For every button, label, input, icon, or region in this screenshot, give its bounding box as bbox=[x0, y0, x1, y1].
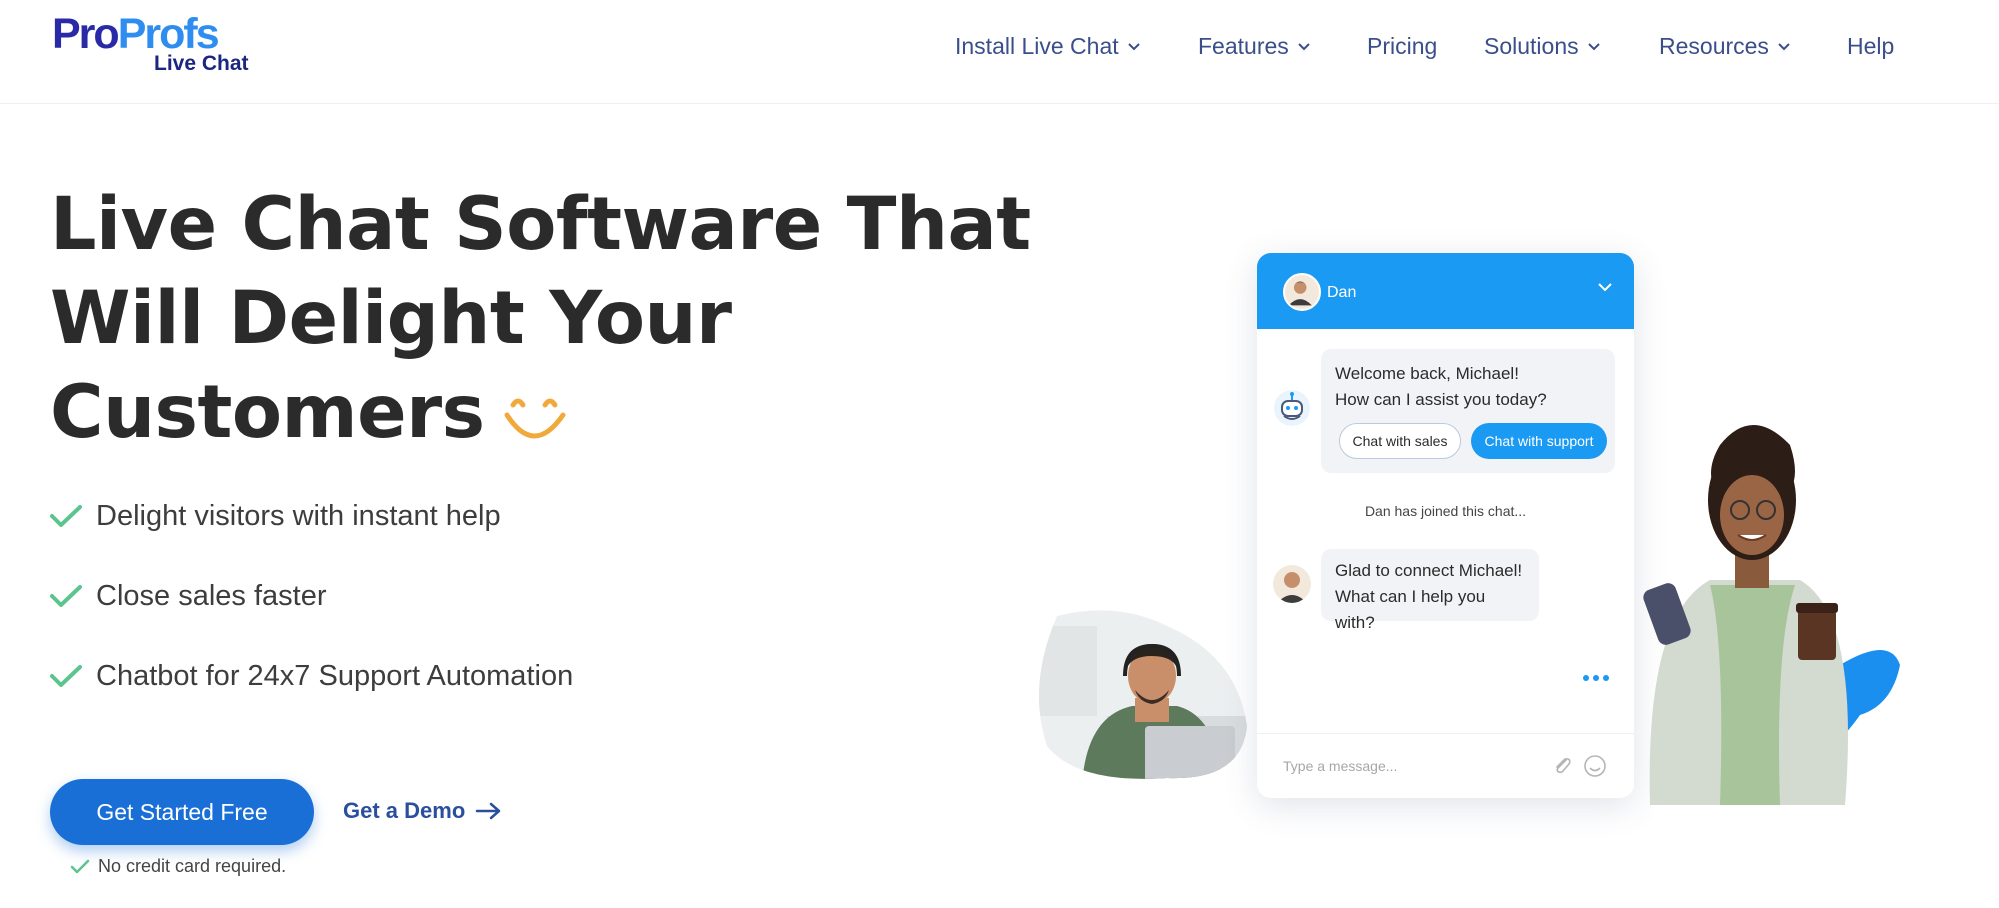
get-started-free-button[interactable]: Get Started Free bbox=[50, 779, 314, 845]
nav-install-live-chat[interactable]: Install Live Chat bbox=[955, 28, 1141, 64]
hero-title-line: Live Chat Software That bbox=[50, 182, 1031, 267]
nav-features[interactable]: Features bbox=[1198, 28, 1311, 64]
chat-input-bar: Type a message... bbox=[1257, 733, 1634, 798]
support-agent-illustration bbox=[1039, 610, 1247, 779]
chat-header: Dan bbox=[1257, 253, 1634, 329]
chat-widget: Dan Welcome back, Michael! How can I ass… bbox=[1257, 253, 1634, 798]
feature-bullet: Chatbot for 24x7 Support Automation bbox=[50, 658, 573, 694]
agent-avatar bbox=[1273, 565, 1311, 603]
message-input[interactable]: Type a message... bbox=[1283, 758, 1397, 774]
hero-title-line: Customers bbox=[50, 366, 950, 460]
system-message: Dan has joined this chat... bbox=[1364, 503, 1527, 519]
chevron-down-icon[interactable] bbox=[1597, 281, 1613, 293]
nav-pricing[interactable]: Pricing bbox=[1367, 28, 1437, 64]
check-icon bbox=[50, 505, 82, 527]
arrow-right-icon bbox=[476, 802, 501, 820]
typing-indicator bbox=[1583, 675, 1609, 681]
chat-with-sales-button[interactable]: Chat with sales bbox=[1339, 423, 1461, 459]
check-icon bbox=[70, 859, 90, 873]
proprofs-logo[interactable]: ProProfs Live Chat bbox=[52, 12, 262, 78]
smile-icon bbox=[504, 398, 566, 439]
nav-help[interactable]: Help bbox=[1847, 28, 1894, 64]
emoji-icon[interactable] bbox=[1583, 754, 1607, 778]
hero-title: Live Chat Software That Will Delight You… bbox=[50, 178, 1031, 460]
chevron-down-icon bbox=[1298, 43, 1310, 51]
customer-illustration bbox=[1643, 425, 1900, 805]
bot-welcome-bubble: Welcome back, Michael! How can I assist … bbox=[1321, 349, 1615, 473]
paperclip-icon[interactable] bbox=[1550, 754, 1574, 778]
logo-wordmark: ProProfs bbox=[52, 10, 220, 58]
feature-bullet: Close sales faster bbox=[50, 578, 327, 614]
site-header: ProProfs Live Chat Install Live Chat Fea… bbox=[0, 0, 1999, 104]
chat-with-support-button[interactable]: Chat with support bbox=[1471, 423, 1607, 459]
hero-title-line: Will Delight Your bbox=[50, 276, 732, 361]
agent-name: Dan bbox=[1327, 284, 1357, 301]
check-icon bbox=[50, 665, 82, 687]
feature-bullet: Delight visitors with instant help bbox=[50, 498, 501, 534]
chevron-down-icon bbox=[1127, 43, 1140, 51]
agent-reply-bubble: Glad to connect Michael! What can I help… bbox=[1321, 549, 1539, 632]
nav-solutions[interactable]: Solutions bbox=[1484, 28, 1601, 64]
agent-avatar bbox=[1283, 273, 1321, 311]
get-a-demo-link[interactable]: Get a Demo bbox=[343, 793, 503, 829]
nav-resources[interactable]: Resources bbox=[1659, 28, 1791, 64]
no-credit-card-note: No credit card required. bbox=[70, 856, 286, 877]
chevron-down-icon bbox=[1587, 43, 1600, 51]
logo-subtitle: Live Chat bbox=[154, 52, 249, 75]
chevron-down-icon bbox=[1778, 43, 1790, 51]
bot-icon bbox=[1274, 390, 1310, 426]
check-icon bbox=[50, 585, 82, 607]
